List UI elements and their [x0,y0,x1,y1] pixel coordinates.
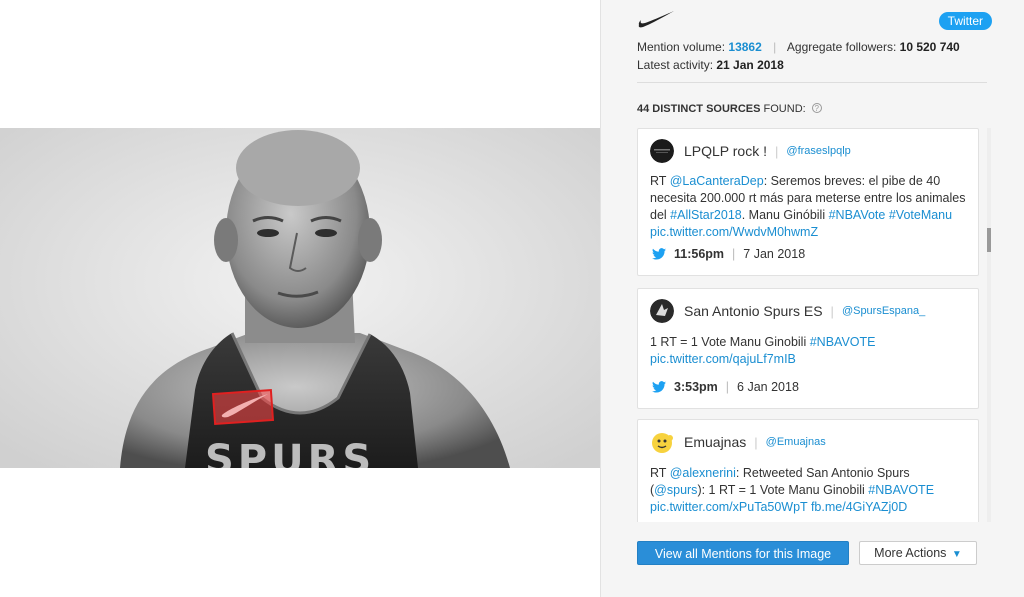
latest-activity-label: Latest activity: [637,58,714,72]
author-separator: | [775,143,779,159]
mentions-feed[interactable]: LPQLP rock ! | @fraseslpqlp RT @LaCanter… [637,128,981,522]
sources-heading: 44 DISTINCT SOURCES FOUND: ? [637,103,822,115]
stats-line-2: Latest activity: 21 Jan 2018 [637,56,960,74]
avatar[interactable] [650,430,674,454]
info-icon[interactable]: ? [811,103,822,113]
sources-suffix: FOUND: [763,103,806,115]
mention-text: RT @alexnerini: Retweeted San Antonio Sp… [650,465,968,516]
mention-link[interactable]: @alexnerini [670,466,736,480]
mention-time: 11:56pm [674,247,725,261]
mention-date: 6 Jan 2018 [737,380,799,394]
mention-text: RT @LaCanteraDep: Seremos breves: el pib… [650,173,968,241]
mention-header: San Antonio Spurs ES | @SpursEspana_ [650,299,925,323]
more-actions-label: More Actions [874,546,947,560]
mention-volume-value[interactable]: 13862 [728,40,761,54]
feed-scrollbar-track[interactable] [987,128,991,522]
followers-value: 10 520 740 [899,40,960,54]
view-all-mentions-button[interactable]: View all Mentions for this Image [637,541,849,565]
mention-link[interactable]: #NBAVOTE [810,335,876,349]
mention-volume-label: Mention volume: [637,40,726,54]
divider [637,82,987,83]
mention-text-segment: . Manu Ginóbili [741,208,829,222]
stats-separator: | [773,40,777,54]
mention-date: 7 Jan 2018 [743,247,806,261]
twitter-bird-icon [652,248,666,260]
photo-graphic: SPURS [0,128,600,468]
mention-link[interactable]: #NBAVOTE [868,483,934,497]
followers-label: Aggregate followers: [786,40,897,54]
twitter-bird-icon [652,381,666,393]
stats-line-1: Mention volume: 13862 | Aggregate follow… [637,38,960,56]
mention-link[interactable]: @LaCanteraDep [670,174,764,188]
mention-card[interactable]: LPQLP rock ! | @fraseslpqlp RT @LaCanter… [637,128,979,276]
more-actions-button[interactable]: More Actions ▼ [859,541,977,565]
mention-link[interactable]: pic.twitter.com/qajuLf7mIB [650,352,796,366]
mention-author[interactable]: San Antonio Spurs ES [684,303,823,319]
mention-author[interactable]: Emuajnas [684,434,746,450]
mention-time: 3:53pm [674,380,718,394]
nike-logo-icon [638,11,674,28]
image-panel: SPURS [0,0,600,597]
mention-link[interactable]: pic.twitter.com/xPuTa50WpT [650,500,807,514]
mention-text-segment: ): 1 RT = 1 Vote Manu Ginobili [697,483,869,497]
mentions-panel: Twitter Mention volume: 13862 | Aggregat… [600,0,1024,597]
feed-scrollbar-thumb[interactable] [987,228,991,252]
mention-link[interactable]: #NBAVote [829,208,886,222]
mention-link[interactable]: #AllStar2018 [670,208,742,222]
mention-stats: Mention volume: 13862 | Aggregate follow… [637,38,960,74]
mention-text-segment: RT [650,466,670,480]
footer-separator: | [732,247,736,261]
avatar[interactable] [650,299,674,323]
mention-handle[interactable]: @Emuajnas [766,436,826,448]
mention-link[interactable]: fb.me/4GiYAZj0D [811,500,907,514]
mention-footer: 3:53pm | 6 Jan 2018 [652,380,799,394]
player-photo: SPURS [0,128,600,468]
author-separator: | [830,303,834,319]
mention-text: 1 RT = 1 Vote Manu Ginobili #NBAVOTE pic… [650,334,968,368]
mention-text-segment: 1 RT = 1 Vote Manu Ginobili [650,335,810,349]
mention-link[interactable]: @spurs [654,483,697,497]
chevron-down-icon: ▼ [951,549,962,560]
svg-text:SPURS: SPURS [205,437,375,468]
mention-link[interactable]: #VoteManu [889,208,952,222]
author-separator: | [754,434,758,450]
mention-link[interactable]: pic.twitter.com/WwdvM0hwmZ [650,225,818,239]
mention-card[interactable]: Emuajnas | @Emuajnas RT @alexnerini: Ret… [637,419,979,522]
mention-header: Emuajnas | @Emuajnas [650,430,826,454]
platform-badge[interactable]: Twitter [938,12,992,30]
mention-handle[interactable]: @fraseslpqlp [786,145,850,157]
mention-card[interactable]: San Antonio Spurs ES | @SpursEspana_ 1 R… [637,288,979,409]
mention-handle[interactable]: @SpursEspana_ [842,305,925,317]
sources-count: 44 DISTINCT SOURCES [637,103,761,115]
mention-text-segment: RT [650,174,670,188]
avatar[interactable] [650,139,674,163]
footer-separator: | [725,380,730,394]
mention-header: LPQLP rock ! | @fraseslpqlp [650,139,851,163]
latest-activity-value: 21 Jan 2018 [716,58,784,72]
mention-footer: 11:56pm | 7 Jan 2018 [652,247,805,261]
mention-author[interactable]: LPQLP rock ! [684,143,767,159]
